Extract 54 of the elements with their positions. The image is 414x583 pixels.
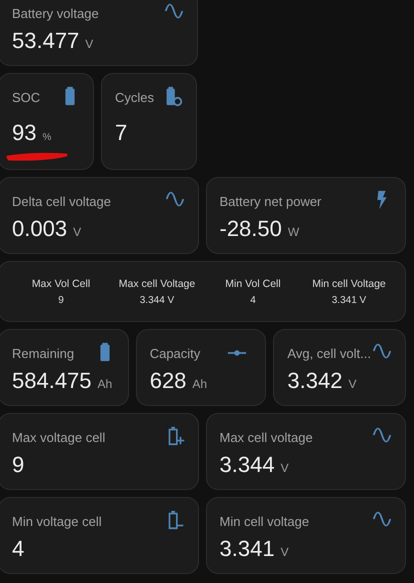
value-text: 9 — [12, 451, 24, 479]
entity-card[interactable]: Battery net power -28.50 W — [206, 177, 406, 254]
entity-card[interactable]: Remaining 584.475 Ah — [0, 329, 129, 406]
card-title: Capacity — [150, 345, 200, 363]
card-title: Remaining — [12, 345, 74, 363]
entity-card[interactable]: SOC 93 % — [0, 73, 94, 170]
card-title: SOC — [12, 89, 40, 107]
card-title: Delta cell voltage — [12, 193, 111, 211]
card-title: Avg, cell volt... — [287, 345, 371, 363]
unit-text: V — [85, 37, 94, 51]
card-title: Min cell voltage — [220, 513, 310, 531]
card-title: Max cell voltage — [220, 429, 313, 447]
card-title: Max voltage cell — [12, 429, 106, 447]
stat-value: 3.341 V — [332, 294, 366, 306]
value-text: 3.341 — [220, 535, 275, 563]
stat-value: 3.344 V — [140, 294, 174, 306]
value-text: 3.342 — [287, 367, 342, 395]
entity-card[interactable]: Delta cell voltage 0.003 V — [0, 177, 198, 254]
unit-text: Ah — [98, 377, 112, 391]
stat-label: Max Vol Cell — [32, 278, 90, 290]
value-text: 0.003 — [12, 215, 68, 243]
value-text: 628 — [150, 367, 186, 395]
stat-value: 9 — [58, 294, 64, 306]
card-title: Battery voltage — [12, 5, 99, 23]
stat-label: Min Vol Cell — [225, 278, 281, 290]
dot-line-icon — [227, 349, 248, 357]
unit-text: W — [288, 225, 300, 239]
value-text: -28.50 — [220, 215, 282, 243]
value-text: 53.477 — [12, 27, 80, 55]
entity-card[interactable]: Battery voltage 53.477 V — [0, 0, 198, 66]
entity-card[interactable]: Capacity 628 Ah — [136, 329, 266, 406]
entity-card[interactable]: Cycles 7 — [101, 73, 197, 170]
entity-card[interactable]: Avg, cell volt... 3.342 V — [273, 329, 406, 406]
unit-text: V — [280, 461, 289, 475]
card-title: Min voltage cell — [12, 513, 102, 531]
unit-text: Ah — [192, 377, 208, 391]
value-text: 3.344 — [220, 451, 275, 479]
value-text: 4 — [12, 535, 24, 563]
value-text: 584.475 — [12, 367, 92, 395]
stat-value: 4 — [250, 294, 256, 306]
unit-text: V — [280, 545, 289, 559]
unit-text: V — [348, 377, 356, 391]
entity-card[interactable]: Max voltage cell 9 — [0, 413, 198, 490]
entity-card[interactable]: Min voltage cell 4 — [0, 497, 198, 574]
entity-card[interactable]: Min cell voltage 3.341 V — [206, 497, 406, 574]
entity-card[interactable]: Max cell voltage 3.344 V — [206, 413, 406, 490]
card-title: Battery net power — [220, 193, 322, 211]
stat-label: Min cell Voltage — [312, 278, 386, 290]
unit-text: % — [42, 132, 52, 143]
unit-text: V — [73, 225, 82, 239]
stat-label: Max cell Voltage — [118, 278, 196, 290]
card-title: Cycles — [115, 89, 154, 107]
value-text: 7 — [115, 119, 128, 147]
value-text: 93 — [12, 119, 36, 147]
